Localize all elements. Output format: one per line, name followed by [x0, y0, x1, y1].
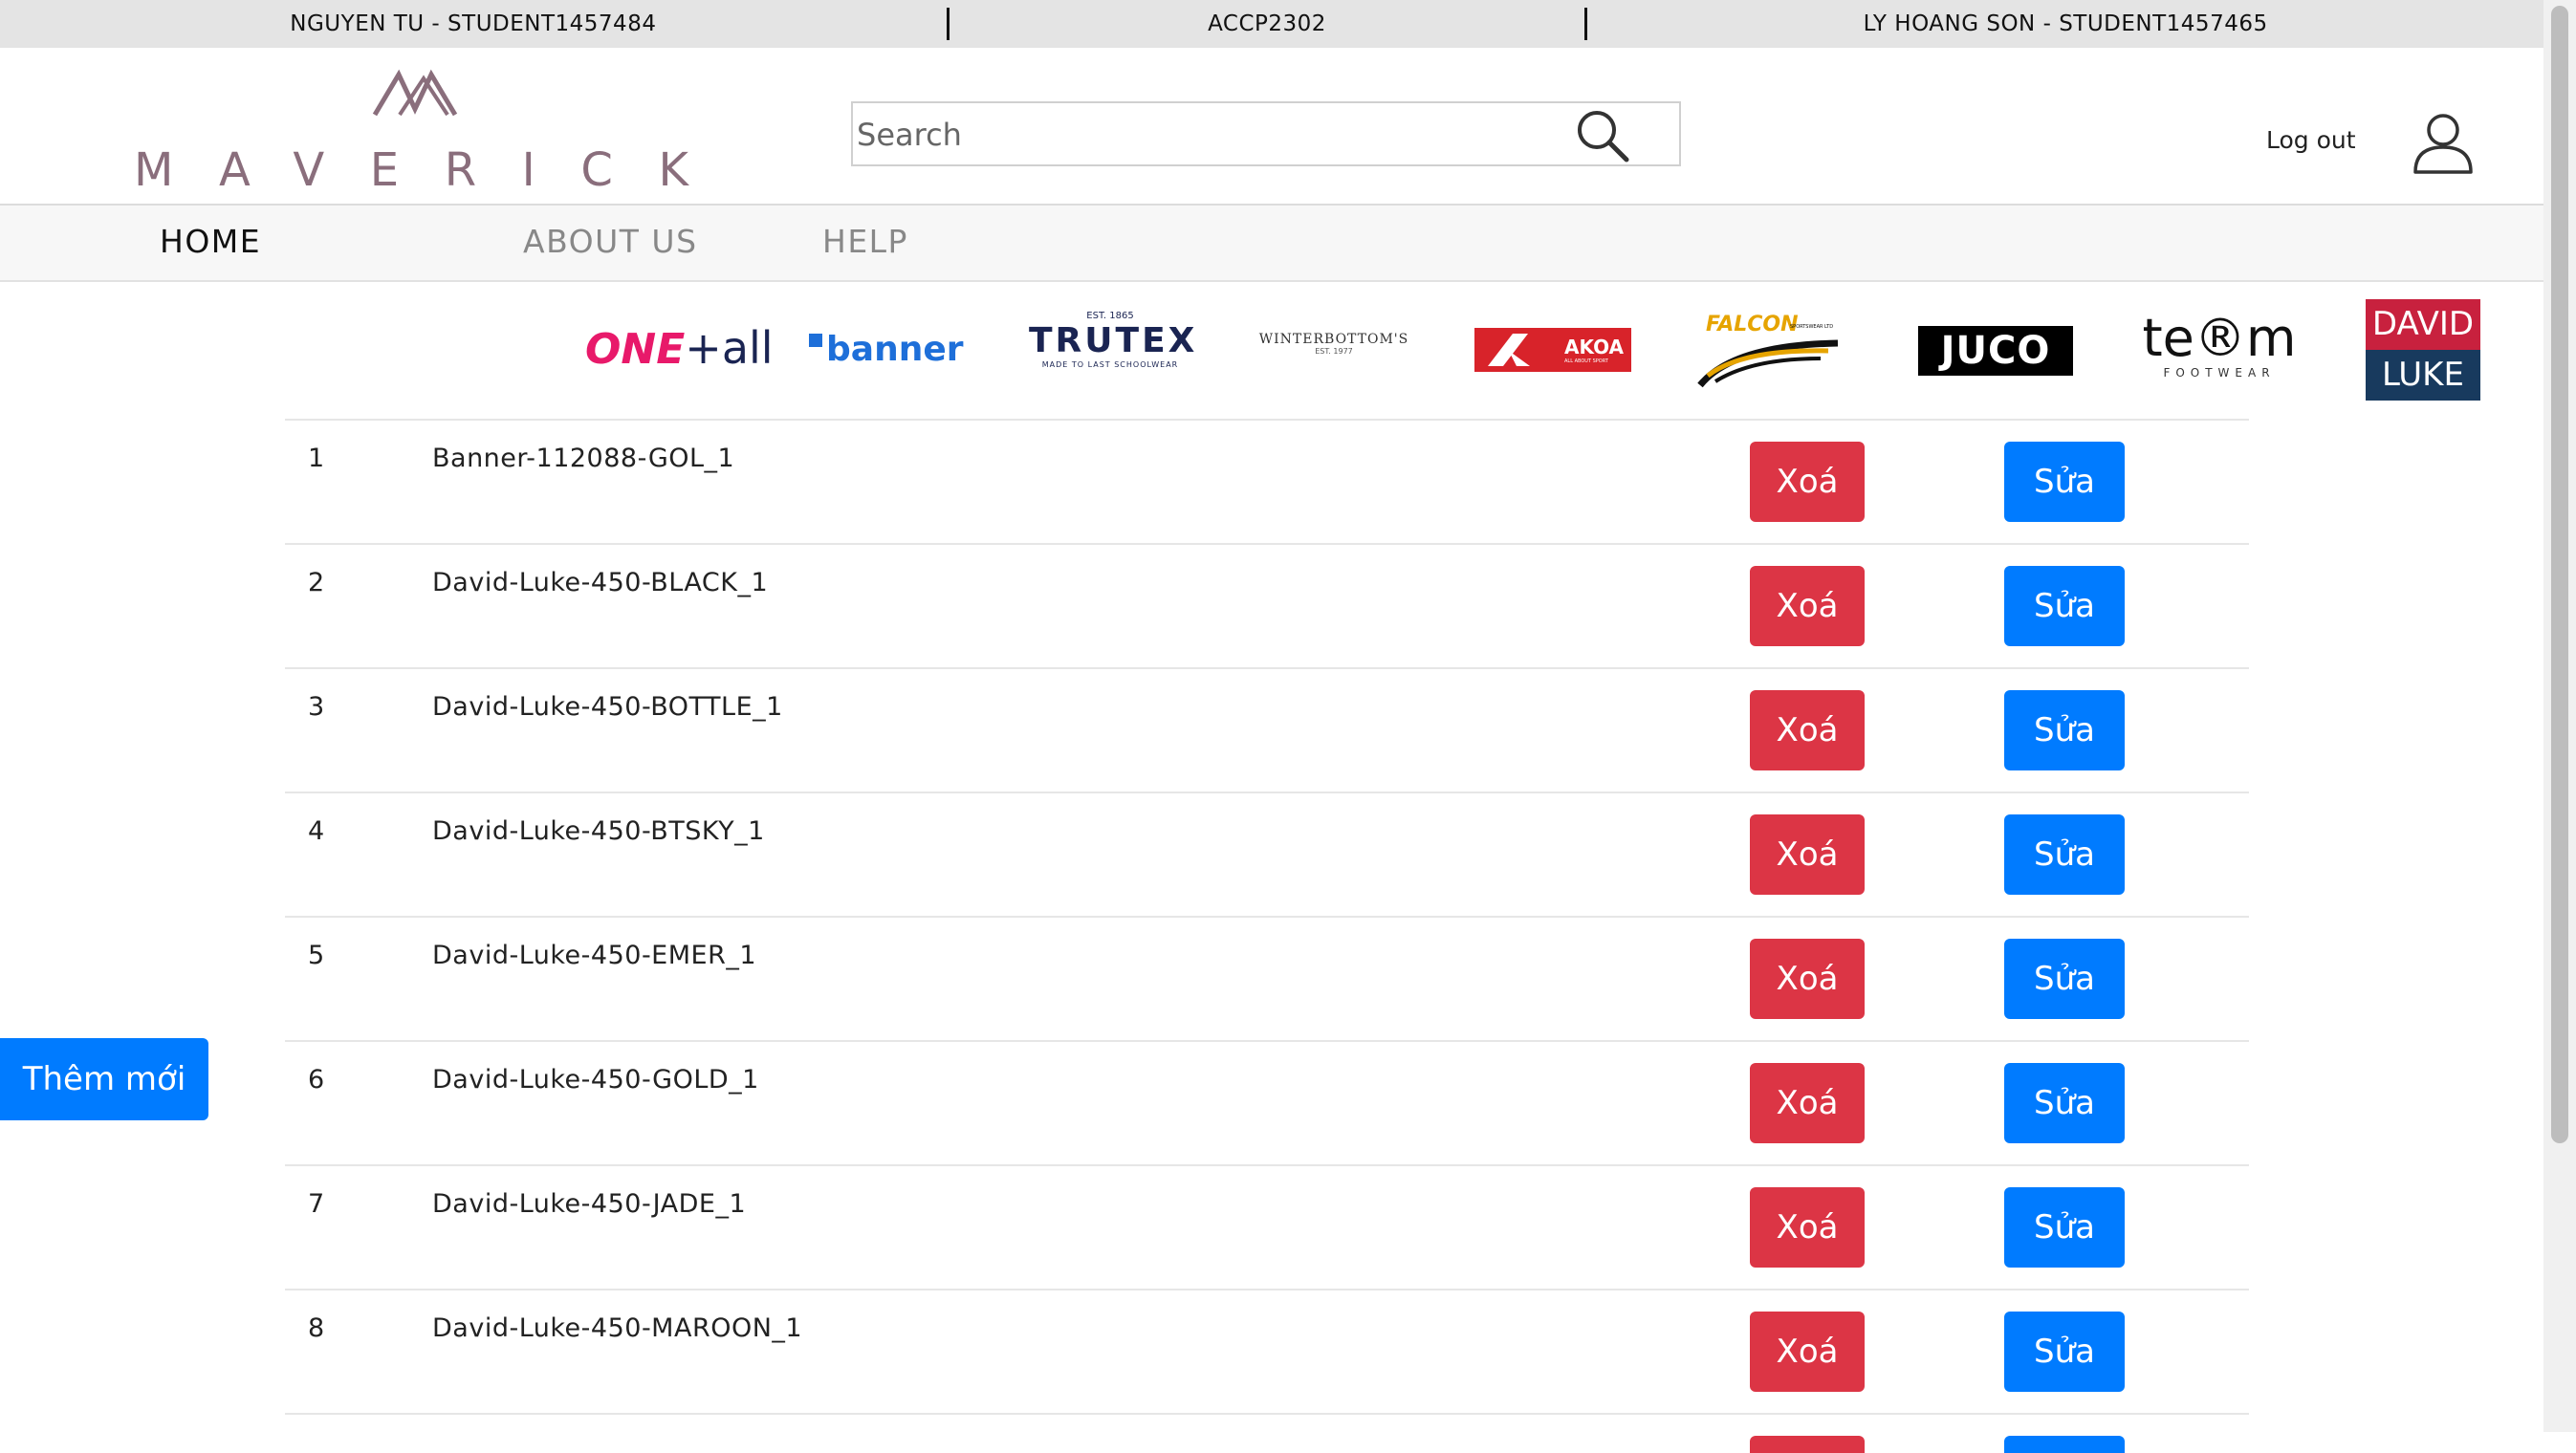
maverick-logo[interactable]: MAVERICK	[128, 69, 731, 197]
user-icon[interactable]	[2410, 111, 2477, 178]
juco-text: JUCO	[1940, 329, 2051, 373]
student-left: NGUYEN TU - STUDENT1457484	[290, 11, 657, 36]
davidluke-bottom: LUKE	[2366, 350, 2480, 401]
banner-text: banner	[826, 330, 964, 369]
class-code: ACCP2302	[1208, 11, 1326, 36]
table-row: 6 David-Luke-450-GOLD_1 Xoá Sửa	[285, 1040, 2249, 1164]
row-name: David-Luke-450-GOLD_1	[432, 1065, 759, 1095]
top-info-bar: NGUYEN TU - STUDENT1457484 ACCP2302 LY H…	[0, 0, 2543, 48]
row-index: 8	[308, 1313, 325, 1343]
row-name: David-Luke-450-BTSKY_1	[432, 816, 765, 846]
logo-text: MAVERICK	[134, 143, 725, 193]
nav-help[interactable]: HELP	[822, 223, 908, 260]
row-index: 1	[308, 444, 325, 473]
row-index: 7	[308, 1189, 325, 1219]
edit-button-partial[interactable]	[2004, 1436, 2125, 1453]
term-sub: FOOTWEAR	[2163, 366, 2276, 380]
row-name: David-Luke-450-EMER_1	[432, 941, 757, 970]
row-name: David-Luke-450-MAROON_1	[432, 1313, 803, 1343]
table-row: 3 David-Luke-450-BOTTLE_1 Xoá Sửa	[285, 667, 2249, 792]
brand-davidluke-logo[interactable]: DAVID LUKE	[2366, 299, 2480, 401]
trutex-est: EST. 1865	[1086, 311, 1134, 321]
brand-banner-logo[interactable]: banner	[809, 330, 964, 369]
table-row-partial	[285, 1413, 2249, 1453]
brand-oneall-logo[interactable]: ONE+all	[585, 322, 774, 374]
winterbottoms-name: WINTERBOTTOM'S	[1258, 332, 1409, 347]
table-row: 5 David-Luke-450-EMER_1 Xoá Sửa	[285, 916, 2249, 1040]
delete-button[interactable]: Xoá	[1750, 690, 1865, 770]
table-row: 7 David-Luke-450-JADE_1 Xoá Sửa	[285, 1164, 2249, 1289]
edit-button[interactable]: Sửa	[2004, 1187, 2125, 1268]
nav-about-us[interactable]: ABOUT US	[523, 223, 698, 260]
banner-dot	[809, 334, 822, 347]
davidluke-line2: LUKE	[2382, 356, 2464, 394]
row-index: 2	[308, 568, 325, 597]
add-new-button[interactable]: Thêm mới	[0, 1038, 208, 1120]
falcon-name: FALCON	[1706, 313, 1799, 336]
delete-button[interactable]: Xoá	[1750, 1063, 1865, 1143]
delete-button-partial[interactable]	[1750, 1436, 1865, 1453]
delete-button[interactable]: Xoá	[1750, 1312, 1865, 1392]
main-nav: HOME ABOUT US HELP	[0, 206, 2543, 282]
akoa-tagline: ALL ABOUT SPORT	[1564, 358, 1608, 364]
brand-juco-logo[interactable]: JUCO	[1918, 326, 2073, 376]
brand-term-logo[interactable]: te®m FOOTWEAR	[2138, 311, 2301, 380]
table-row: 2 David-Luke-450-BLACK_1 Xoá Sửa	[285, 543, 2249, 667]
row-index: 6	[308, 1065, 325, 1095]
winterbottoms-est: EST. 1977	[1315, 347, 1353, 356]
edit-button[interactable]: Sửa	[2004, 939, 2125, 1019]
oneall-one: ONE	[585, 325, 686, 374]
row-name: David-Luke-450-JADE_1	[432, 1189, 747, 1219]
brand-winterbottoms-logo[interactable]: WINTERBOTTOM'S EST. 1977	[1253, 332, 1415, 356]
brand-akoa-logo[interactable]: AKOA ALL ABOUT SPORT	[1474, 328, 1631, 372]
search-input[interactable]	[853, 103, 1585, 166]
site-header: MAVERICK Log out	[0, 48, 2543, 206]
edit-button[interactable]: Sửa	[2004, 1063, 2125, 1143]
akoa-name: AKOA	[1564, 336, 1625, 358]
search-icon[interactable]	[1574, 107, 1631, 164]
logout-link[interactable]: Log out	[2266, 126, 2356, 154]
row-name: Banner-112088-GOL_1	[432, 444, 735, 473]
table-row: 1 Banner-112088-GOL_1 Xoá Sửa	[285, 419, 2249, 543]
brand-strip: ONE+all banner EST. 1865 TRUTEX MADE TO …	[574, 292, 2486, 411]
edit-button[interactable]: Sửa	[2004, 442, 2125, 522]
delete-button[interactable]: Xoá	[1750, 814, 1865, 895]
table-row: 4 David-Luke-450-BTSKY_1 Xoá Sửa	[285, 792, 2249, 916]
scrollbar-thumb[interactable]	[2551, 6, 2568, 1143]
row-index: 5	[308, 941, 325, 970]
brand-falcon-logo[interactable]: FALCON SPORTSWEAR LTD	[1694, 313, 1857, 389]
falcon-tagline: SPORTSWEAR LTD	[1790, 324, 1834, 330]
row-name: David-Luke-450-BOTTLE_1	[432, 692, 783, 722]
page-scrollbar[interactable]	[2543, 0, 2576, 1432]
trutex-tagline: MADE TO LAST SCHOOLWEAR	[1041, 360, 1179, 369]
edit-button[interactable]: Sửa	[2004, 690, 2125, 770]
row-index: 3	[308, 692, 325, 722]
search-bar	[851, 101, 1681, 166]
davidluke-line1: DAVID	[2371, 305, 2475, 343]
edit-button[interactable]: Sửa	[2004, 814, 2125, 895]
table-row: 8 David-Luke-450-MAROON_1 Xoá Sửa	[285, 1289, 2249, 1413]
term-name: te®m	[2142, 308, 2297, 368]
product-table: 1 Banner-112088-GOL_1 Xoá Sửa 2 David-Lu…	[285, 419, 2249, 1453]
davidluke-top: DAVID	[2366, 299, 2480, 350]
oneall-all: +all	[685, 322, 774, 374]
row-index: 4	[308, 816, 325, 846]
edit-button[interactable]: Sửa	[2004, 1312, 2125, 1392]
brand-trutex-logo[interactable]: EST. 1865 TRUTEX MADE TO LAST SCHOOLWEAR	[1029, 311, 1198, 369]
delete-button[interactable]: Xoá	[1750, 442, 1865, 522]
delete-button[interactable]: Xoá	[1750, 566, 1865, 646]
delete-button[interactable]: Xoá	[1750, 1187, 1865, 1268]
trutex-name: TRUTEX	[1029, 321, 1198, 360]
row-name: David-Luke-450-BLACK_1	[432, 568, 769, 597]
edit-button[interactable]: Sửa	[2004, 566, 2125, 646]
delete-button[interactable]: Xoá	[1750, 939, 1865, 1019]
student-right: LY HOANG SON - STUDENT1457465	[1863, 11, 2268, 36]
nav-home[interactable]: HOME	[160, 223, 261, 260]
